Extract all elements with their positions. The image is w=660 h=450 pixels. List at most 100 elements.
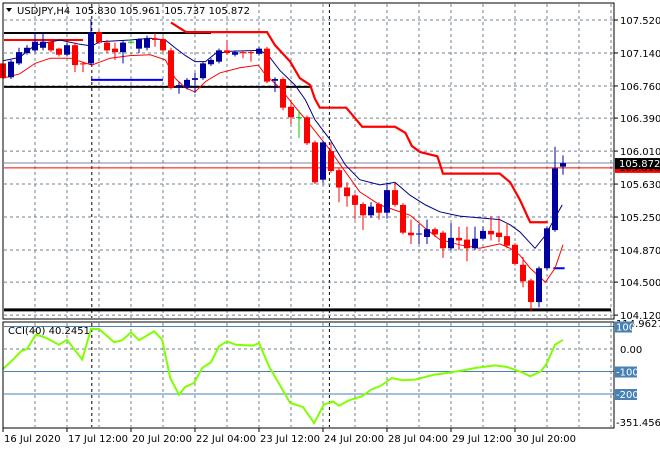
y-tick-label: 105.630 <box>620 180 660 191</box>
bear-candle <box>440 232 446 249</box>
bull-candle <box>448 237 454 249</box>
bull-candle <box>472 238 478 249</box>
bear-candle <box>400 204 406 233</box>
x-tick-label: 28 Jul 04:00 <box>388 434 448 445</box>
cci-zero-label: 0.00 <box>620 345 642 356</box>
bear-candle <box>72 45 78 66</box>
x-tick-label: 23 Jul 12:00 <box>260 434 320 445</box>
bear-candle <box>432 229 438 235</box>
bull-candle <box>8 61 14 78</box>
bull-candle <box>416 233 422 235</box>
y-tick-label: 104.870 <box>620 246 660 257</box>
doji-candle <box>128 41 134 43</box>
bull-candle <box>64 45 70 55</box>
x-tick-label: 16 Jul 2020 <box>4 434 61 445</box>
cci-level-label: -100 <box>616 368 639 379</box>
cci-title: CCI(40) 40.2451 <box>8 326 90 337</box>
bear-candle <box>248 52 254 54</box>
bull-candle <box>232 52 238 55</box>
x-tick-label: 17 Jul 12:00 <box>68 434 128 445</box>
bull-candle <box>192 78 198 80</box>
bear-candle <box>264 48 270 82</box>
bear-candle <box>392 190 398 205</box>
bear-candle <box>312 142 318 183</box>
bear-candle <box>464 239 470 249</box>
bear-candle <box>96 32 102 43</box>
bull-candle <box>272 79 278 81</box>
bull-candle <box>552 168 558 231</box>
bear-candle <box>56 48 62 55</box>
y-tick-label: 107.520 <box>620 16 660 27</box>
bid-price-label: 105.872 <box>619 159 660 170</box>
bull-candle <box>184 79 190 88</box>
bull-candle <box>208 59 214 65</box>
bull-candle <box>32 41 38 51</box>
bear-candle <box>104 42 110 51</box>
bull-candle <box>216 50 222 62</box>
panel-frames <box>2 2 615 429</box>
triangle-down-icon[interactable] <box>6 8 12 12</box>
bear-candle <box>280 79 286 108</box>
bear-candle <box>512 244 518 264</box>
bear-candle <box>456 237 462 241</box>
bull-candle <box>256 48 262 54</box>
y-tick-label: 106.010 <box>620 147 660 158</box>
y-tick-label: 106.760 <box>620 82 660 93</box>
bear-candle <box>504 236 510 246</box>
x-tick-label: 22 Jul 04:00 <box>196 434 256 445</box>
bear-candle <box>496 232 502 237</box>
y-tick-label: 106.390 <box>620 114 660 125</box>
bear-candle <box>344 187 350 197</box>
cci-level-label: -200 <box>616 390 639 401</box>
usdjpy-chart[interactable]: 107.520 107.140 106.760 106.390 106.010 105.6… <box>0 0 660 450</box>
bull-candle <box>136 39 142 49</box>
y-tick-label: 105.250 <box>620 213 660 224</box>
bear-candle <box>336 170 342 188</box>
bear-candle <box>360 204 366 216</box>
bull-candle <box>544 228 550 269</box>
bear-candle <box>48 41 54 51</box>
bear-candle <box>288 106 294 118</box>
cci-min-label: -351.4568 <box>616 418 660 429</box>
bull-candle <box>384 190 390 213</box>
bull-candle <box>176 85 182 87</box>
bull-candle <box>24 47 30 53</box>
bull-candle <box>424 229 430 237</box>
bull-candle <box>480 230 486 239</box>
cci-line <box>2 327 564 425</box>
bear-candle <box>352 195 358 205</box>
x-tick-label: 29 Jul 12:00 <box>452 434 512 445</box>
bear-candle <box>408 232 414 236</box>
bull-candle <box>40 41 46 48</box>
y-tick-label: 107.140 <box>620 49 660 60</box>
x-tick-label: 24 Jul 20:00 <box>324 434 384 445</box>
bear-candle <box>304 117 310 144</box>
bull-candle <box>560 163 566 167</box>
doji-candle <box>296 117 302 119</box>
bull-candle <box>368 206 374 216</box>
x-tick-label: 20 Jul 20:00 <box>132 434 192 445</box>
bear-candle <box>168 50 174 88</box>
bear-candle <box>160 39 166 51</box>
grid <box>4 4 614 427</box>
bear-candle <box>328 151 334 172</box>
bull-candle <box>16 52 22 64</box>
bull-candle <box>536 268 542 303</box>
bear-candle <box>240 52 246 54</box>
bear-candle <box>520 264 526 282</box>
cci-level-label: 100 <box>616 323 635 334</box>
bull-candle <box>144 38 150 48</box>
bear-candle <box>152 38 158 40</box>
bear-candle <box>224 50 230 53</box>
bear-candle <box>80 63 86 65</box>
bull-candle <box>320 142 326 180</box>
x-tick-label: 30 Jul 20:00 <box>516 434 576 445</box>
bear-candle <box>376 204 382 213</box>
ohlc-values: 105.830 105.961 105.737 105.872 <box>75 6 250 17</box>
symbol-label: USDJPY,H4 <box>17 6 70 17</box>
bear-candle <box>488 230 494 235</box>
y-tick-label: 104.500 <box>620 278 660 289</box>
cci-panel-frame <box>2 321 615 429</box>
bull-candle <box>120 42 126 53</box>
bear-candle <box>112 48 118 53</box>
